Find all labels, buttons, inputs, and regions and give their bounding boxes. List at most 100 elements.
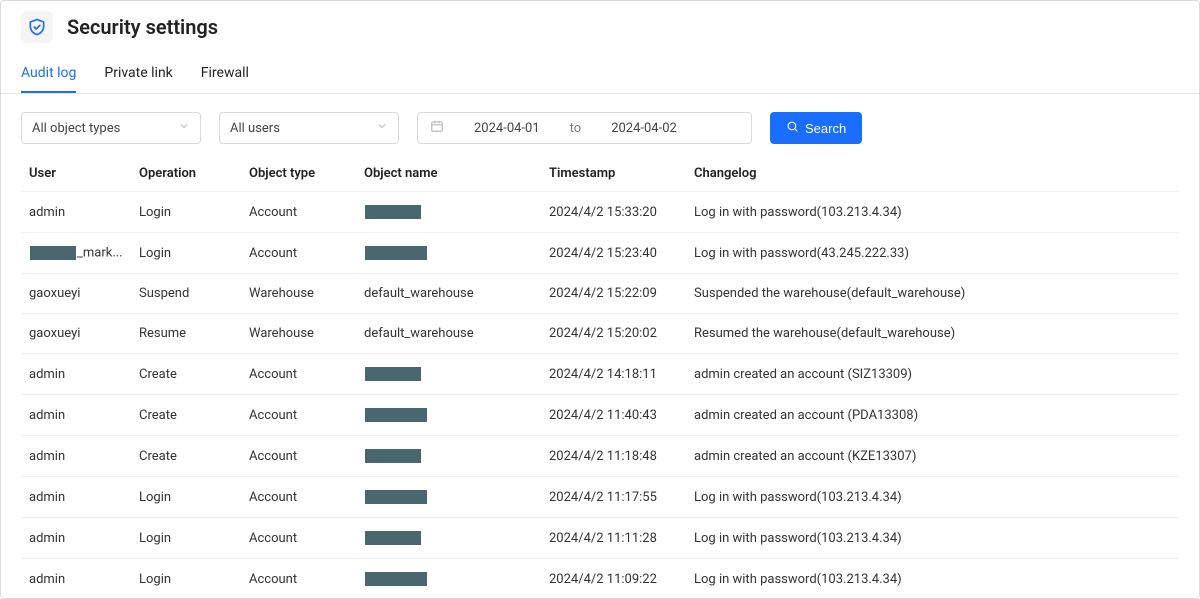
cell-operation: Create: [131, 395, 241, 436]
col-header-object-type: Object type: [241, 154, 356, 192]
cell-object-name: [356, 436, 541, 477]
cell-changelog: admin created an account (SIZ13309): [686, 354, 1179, 395]
cell-timestamp: 2024/4/2 11:09:22: [541, 559, 686, 599]
cell-timestamp: 2024/4/2 15:23:40: [541, 233, 686, 274]
cell-object-type: Warehouse: [241, 274, 356, 314]
cell-object-type: Account: [241, 354, 356, 395]
cell-object-type: Account: [241, 192, 356, 233]
page-header: Security settings: [1, 1, 1199, 43]
col-header-object-name: Object name: [356, 154, 541, 192]
table-row: _mark... LoginAccount 2024/4/2 15:23:40Log…: [21, 233, 1179, 274]
filter-bar: All object types All users 2024-04-01 to…: [1, 94, 1199, 154]
date-range-start: 2024-04-01: [474, 121, 540, 136]
table-header-row: User Operation Object type Object name T…: [21, 154, 1179, 192]
tab-firewall[interactable]: Firewall: [201, 57, 249, 93]
cell-operation: Resume: [131, 314, 241, 354]
cell-timestamp: 2024/4/2 15:33:20: [541, 192, 686, 233]
cell-object-name: [356, 559, 541, 599]
table-row: adminCreateAccount 2024/4/2 11:18:48admin…: [21, 436, 1179, 477]
cell-operation: Suspend: [131, 274, 241, 314]
cell-user: admin: [21, 395, 131, 436]
col-header-changelog: Changelog: [686, 154, 1179, 192]
cell-user: admin: [21, 436, 131, 477]
filter-user-value: All users: [230, 121, 280, 136]
calendar-icon: [430, 119, 444, 137]
date-range-end: 2024-04-02: [611, 121, 677, 136]
cell-operation: Login: [131, 559, 241, 599]
col-header-timestamp: Timestamp: [541, 154, 686, 192]
page-title: Security settings: [67, 15, 218, 39]
cell-timestamp: 2024/4/2 11:18:48: [541, 436, 686, 477]
cell-operation: Create: [131, 436, 241, 477]
cell-object-type: Account: [241, 518, 356, 559]
cell-user: admin: [21, 354, 131, 395]
cell-user: admin: [21, 559, 131, 599]
cell-operation: Login: [131, 518, 241, 559]
cell-object-name: [356, 518, 541, 559]
cell-user: gaoxueyi: [21, 274, 131, 314]
cell-object-type: Account: [241, 233, 356, 274]
cell-timestamp: 2024/4/2 11:17:55: [541, 477, 686, 518]
col-header-user: User: [21, 154, 131, 192]
chevron-down-icon: [178, 120, 190, 136]
cell-changelog: Suspended the warehouse(default_warehous…: [686, 274, 1179, 314]
cell-object-name: [356, 395, 541, 436]
redacted-block: [364, 407, 428, 423]
table-row: adminCreateAccount 2024/4/2 14:18:11admin…: [21, 354, 1179, 395]
cell-user: admin: [21, 518, 131, 559]
cell-changelog: Log in with password(103.213.4.34): [686, 518, 1179, 559]
table-row: adminLoginAccount2024/4/2 11:17:55Log in…: [21, 477, 1179, 518]
cell-changelog: admin created an account (KZE13307): [686, 436, 1179, 477]
cell-operation: Login: [131, 192, 241, 233]
cell-object-name: [356, 477, 541, 518]
cell-object-name: default_warehouse: [356, 314, 541, 354]
tab-audit-log[interactable]: Audit log: [21, 57, 76, 93]
search-button[interactable]: Search: [770, 112, 862, 144]
cell-timestamp: 2024/4/2 15:22:09: [541, 274, 686, 314]
filter-object-type-select[interactable]: All object types: [21, 112, 201, 144]
cell-changelog: Log in with password(103.213.4.34): [686, 559, 1179, 599]
cell-object-name: [356, 233, 541, 274]
redacted-block: [364, 489, 428, 505]
shield-icon: [21, 11, 53, 43]
date-range-separator: to: [570, 121, 582, 136]
table-row: adminLoginAccount 2024/4/2 11:11:28Log in…: [21, 518, 1179, 559]
cell-operation: Login: [131, 233, 241, 274]
cell-object-name: [356, 192, 541, 233]
cell-object-name: default_warehouse: [356, 274, 541, 314]
cell-object-type: Warehouse: [241, 314, 356, 354]
cell-timestamp: 2024/4/2 11:11:28: [541, 518, 686, 559]
cell-object-type: Account: [241, 395, 356, 436]
table-row: adminCreateAccount 2024/4/2 11:40:43admin…: [21, 395, 1179, 436]
table-row: adminLoginAccount2024/4/2 15:33:20Log in…: [21, 192, 1179, 233]
cell-user: gaoxueyi: [21, 314, 131, 354]
cell-user-suffix: _mark...: [77, 245, 123, 260]
table-row: adminLoginAccount 2024/4/2 11:09:22Log in…: [21, 559, 1179, 599]
cell-object-type: Account: [241, 436, 356, 477]
table-row: gaoxueyiSuspendWarehousedefault_warehous…: [21, 274, 1179, 314]
redacted-block: [364, 530, 422, 546]
filter-user-select[interactable]: All users: [219, 112, 399, 144]
cell-operation: Create: [131, 354, 241, 395]
search-icon: [786, 120, 799, 136]
col-header-operation: Operation: [131, 154, 241, 192]
audit-log-table: User Operation Object type Object name T…: [21, 154, 1179, 599]
cell-user: _mark...: [21, 233, 131, 274]
redacted-block: [364, 204, 422, 220]
tab-private-link[interactable]: Private link: [104, 57, 172, 93]
cell-changelog: Resumed the warehouse(default_warehouse): [686, 314, 1179, 354]
filter-date-range[interactable]: 2024-04-01 to 2024-04-02: [417, 112, 752, 144]
cell-changelog: Log in with password(103.213.4.34): [686, 192, 1179, 233]
cell-operation: Login: [131, 477, 241, 518]
cell-timestamp: 2024/4/2 14:18:11: [541, 354, 686, 395]
cell-changelog: admin created an account (PDA13308): [686, 395, 1179, 436]
filter-object-type-value: All object types: [32, 121, 120, 136]
cell-object-type: Account: [241, 477, 356, 518]
cell-object-type: Account: [241, 559, 356, 599]
cell-timestamp: 2024/4/2 11:40:43: [541, 395, 686, 436]
cell-changelog: Log in with password(43.245.222.33): [686, 233, 1179, 274]
redacted-block: [364, 448, 422, 464]
cell-timestamp: 2024/4/2 15:20:02: [541, 314, 686, 354]
redacted-block: [364, 366, 422, 382]
cell-changelog: Log in with password(103.213.4.34): [686, 477, 1179, 518]
